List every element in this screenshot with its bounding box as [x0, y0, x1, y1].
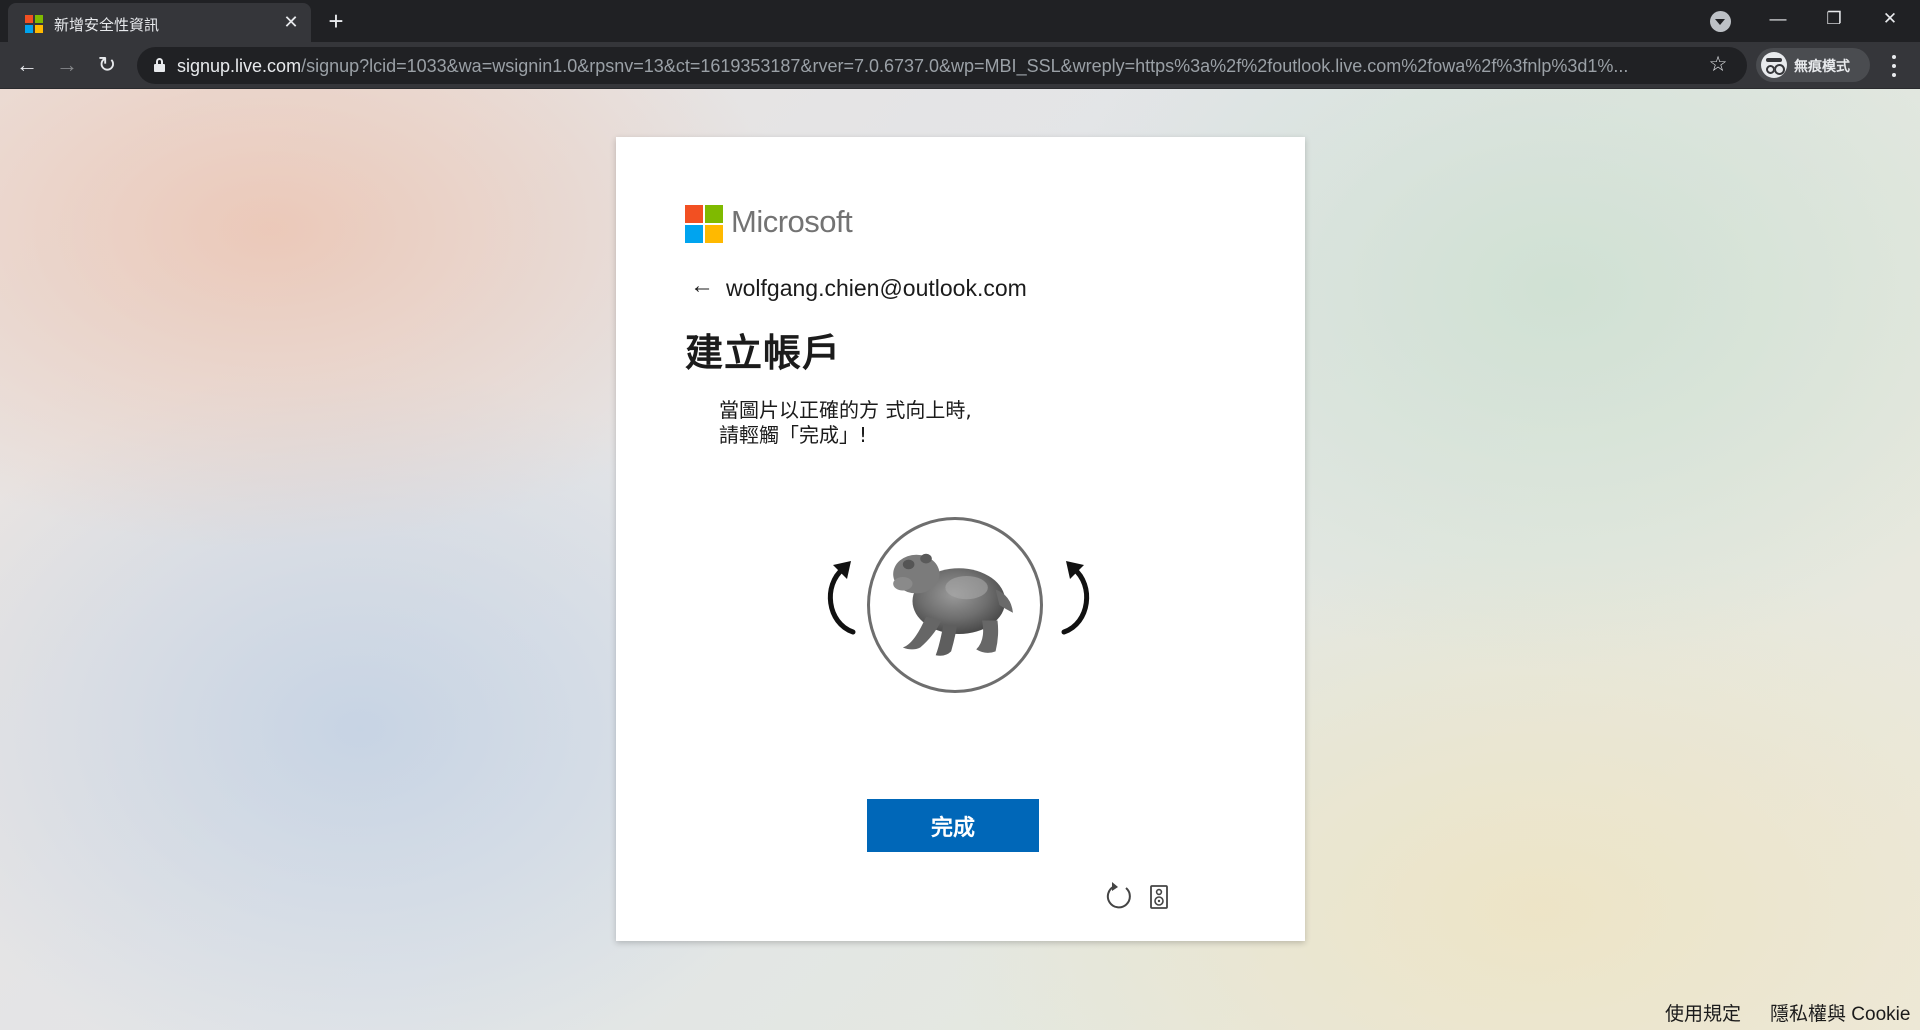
browser-tab-bar: 新增安全性資訊 ✕ + — ❐ ✕ [0, 0, 1920, 42]
done-button[interactable]: 完成 [867, 799, 1039, 852]
back-button[interactable]: ← [12, 50, 42, 80]
page-background: Microsoft ← wolfgang.chien@outlook.com 建… [0, 89, 1920, 1030]
forward-button[interactable]: → [52, 50, 82, 80]
reload-button[interactable]: ↻ [92, 50, 122, 80]
browser-tab-active[interactable]: 新增安全性資訊 ✕ [8, 3, 311, 42]
tab-title: 新增安全性資訊 [54, 16, 160, 34]
captcha-image-circle [867, 517, 1043, 693]
audio-challenge-icon[interactable] [1149, 885, 1169, 909]
tab-search-icon[interactable] [1710, 11, 1731, 32]
url-host: signup.live.com [177, 56, 302, 76]
incognito-icon [1761, 52, 1787, 78]
rotate-right-icon[interactable] [1050, 557, 1098, 637]
terms-of-use-link[interactable]: 使用規定 [1665, 999, 1741, 1026]
browser-toolbar: ← → ↻ signup.live.com/signup?lcid=1033&w… [0, 42, 1920, 89]
close-window-button[interactable]: ✕ [1862, 0, 1918, 40]
privacy-cookies-link[interactable]: 隱私權與 Cookie [1770, 999, 1910, 1026]
account-identity: wolfgang.chien@outlook.com [726, 275, 1027, 301]
rotate-left-icon[interactable] [819, 557, 867, 637]
tab-close-icon[interactable]: ✕ [280, 11, 302, 33]
url-text[interactable]: signup.live.com/signup?lcid=1033&wa=wsig… [177, 56, 1702, 77]
captcha-instruction: 當圖片以正確的方 式向上時, 請輕觸「完成」! [719, 398, 1119, 448]
new-tab-button[interactable]: + [322, 8, 350, 36]
bookmark-star-icon[interactable]: ☆ [1704, 51, 1732, 79]
instruction-line-1: 當圖片以正確的方 式向上時, [719, 398, 972, 422]
url-path: /signup?lcid=1033&wa=wsignin1.0&rpsnv=13… [301, 56, 1629, 76]
microsoft-wordmark: Microsoft [731, 204, 853, 239]
address-bar[interactable]: signup.live.com/signup?lcid=1033&wa=wsig… [137, 47, 1747, 84]
new-challenge-icon[interactable] [1104, 881, 1134, 911]
instruction-line-2: 請輕觸「完成」! [719, 423, 868, 447]
restore-button[interactable]: ❐ [1806, 0, 1862, 40]
browser-menu-icon[interactable] [1880, 51, 1908, 81]
minimize-button[interactable]: — [1750, 0, 1806, 40]
rotate-captcha [819, 517, 1102, 697]
incognito-label: 無痕模式 [1794, 59, 1850, 75]
signup-card: Microsoft ← wolfgang.chien@outlook.com 建… [616, 137, 1305, 941]
lock-icon[interactable] [154, 58, 165, 72]
animal-figure-image [893, 553, 1013, 656]
microsoft-favicon-icon [25, 15, 43, 33]
incognito-badge[interactable]: 無痕模式 [1756, 48, 1870, 82]
microsoft-logo-icon [685, 205, 723, 243]
page-title: 建立帳戶 [685, 331, 842, 375]
back-arrow-icon[interactable]: ← [690, 274, 714, 299]
